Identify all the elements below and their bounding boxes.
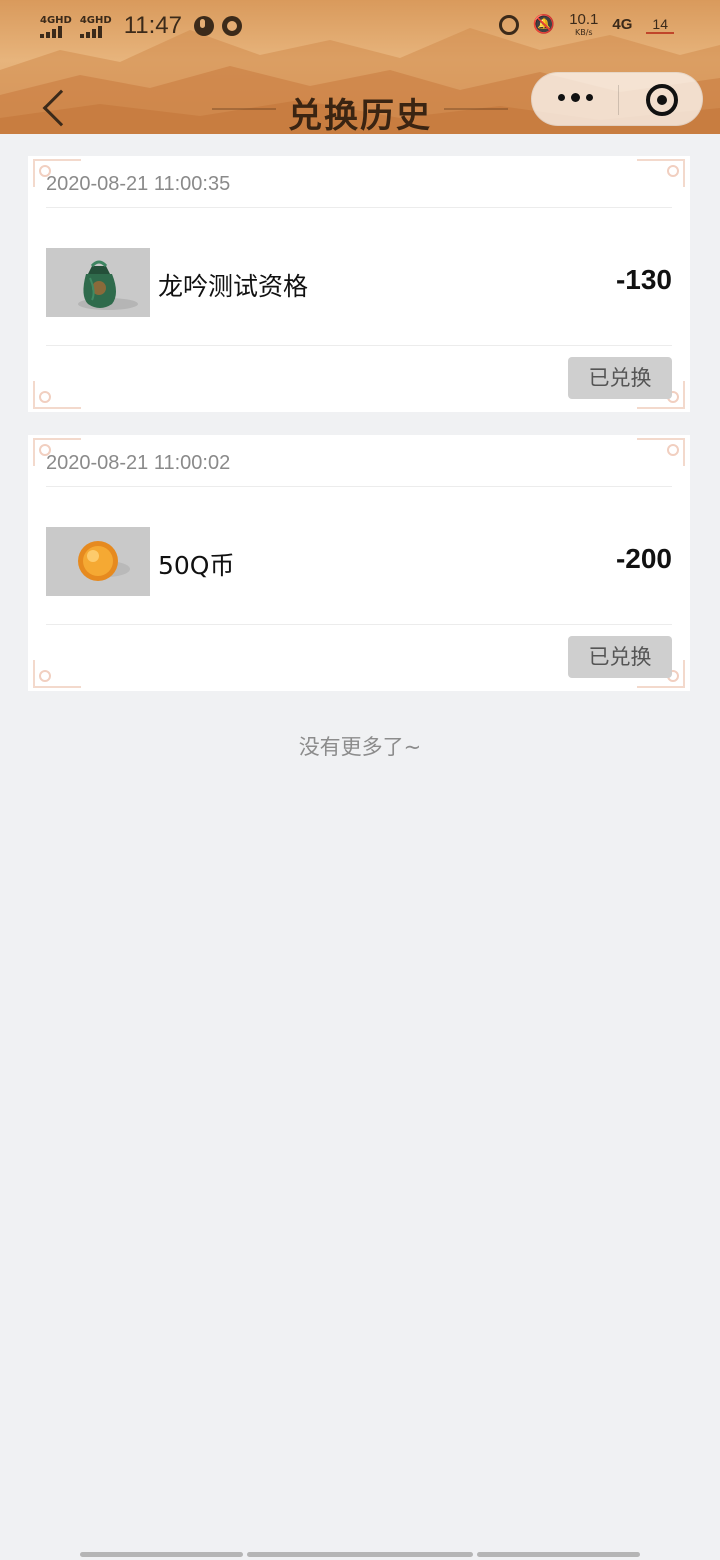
corner-ornament	[637, 159, 685, 187]
divider	[46, 624, 672, 625]
gesture-bar-right	[477, 1552, 640, 1557]
clock-time: 11:47	[123, 12, 182, 39]
speed-value: 10.1	[569, 11, 599, 28]
battery-level: 14	[646, 16, 674, 34]
status-bar: 4GHD 4GHD 11:47 🔕 10.1 KB/s 4G 14	[0, 0, 720, 56]
gesture-bar-center[interactable]	[247, 1552, 473, 1557]
alarm-icon	[498, 14, 519, 35]
exchanged-status-button[interactable]: 已兑换	[568, 357, 672, 399]
exchange-record-card: 2020-08-21 11:00:35 龙吟测试资格 -130 已兑换	[28, 156, 690, 412]
divider	[46, 207, 672, 208]
network-speed: 10.1 KB/s	[569, 12, 598, 37]
gesture-bar-left	[80, 1552, 243, 1557]
signal-1-icon: 4GHD	[40, 15, 72, 38]
capsule-divider	[618, 85, 619, 115]
points-cost: -130	[615, 264, 672, 295]
corner-ornament	[33, 381, 81, 409]
record-date: 2020-08-21 11:00:35	[46, 173, 231, 195]
corner-ornament	[33, 660, 81, 688]
exchanged-status-button[interactable]: 已兑换	[568, 636, 672, 678]
signal-2-icon: 4GHD	[79, 14, 112, 38]
network-1-label: 4GHD	[40, 14, 72, 26]
corner-ornament	[637, 438, 685, 466]
close-target-icon[interactable]	[646, 84, 678, 116]
item-name: 50Q币	[158, 551, 235, 580]
green-pouch-icon	[46, 248, 150, 317]
divider	[46, 486, 672, 487]
mute-bell-icon: 🔕	[532, 14, 556, 35]
item-name: 龙吟测试资格	[158, 272, 309, 301]
divider	[46, 345, 672, 346]
notification-q-icon	[221, 16, 242, 36]
network-2-label: 4GHD	[79, 14, 112, 26]
gold-coin-icon	[46, 527, 150, 596]
no-more-text: 没有更多了~	[298, 735, 422, 759]
miniprogram-capsule	[531, 72, 703, 126]
header: 4GHD 4GHD 11:47 🔕 10.1 KB/s 4G 14 兑换历史	[0, 0, 720, 134]
network-type: 4G	[612, 16, 633, 33]
points-cost: -200	[615, 543, 672, 574]
record-date: 2020-08-21 11:00:02	[46, 452, 231, 474]
more-menu-icon[interactable]	[558, 93, 593, 102]
notification-app-icon	[193, 16, 214, 36]
exchange-record-card: 2020-08-21 11:00:02 50Q币 -200 已兑换	[28, 435, 690, 691]
speed-unit: KB/s	[575, 28, 593, 37]
